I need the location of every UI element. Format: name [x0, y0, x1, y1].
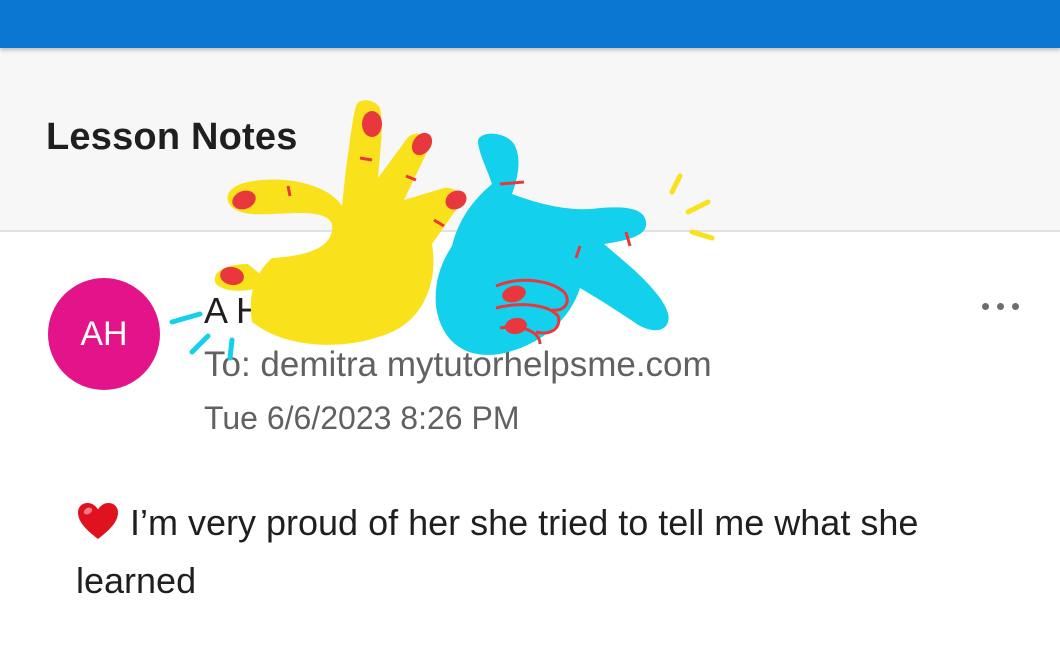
message-body: I’m very proud of her she tried to tell …: [76, 494, 1026, 610]
more-options-icon: [981, 302, 989, 310]
red-heart-icon: [78, 503, 118, 539]
message-timestamp: Tue 6/6/2023 8:26 PM: [204, 400, 520, 436]
more-options-button[interactable]: [972, 292, 1028, 320]
subject-header: Lesson Notes: [0, 48, 1060, 230]
avatar-initials: AH: [80, 314, 128, 353]
recipient-line[interactable]: To: demitra mytutorhelpsme.com: [204, 345, 712, 385]
message-card: AH A H To: demitra mytutorhelpsme.com Tu…: [0, 230, 1060, 650]
message-body-text: I’m very proud of her she tried to tell …: [76, 502, 919, 601]
more-options-icon-dot: [996, 302, 1004, 310]
sender-name[interactable]: A H: [204, 290, 262, 332]
top-app-bar: [0, 0, 1060, 48]
sender-avatar[interactable]: AH: [48, 278, 160, 390]
subject-title: Lesson Notes: [46, 116, 298, 158]
more-options-icon-dot: [1011, 302, 1019, 310]
